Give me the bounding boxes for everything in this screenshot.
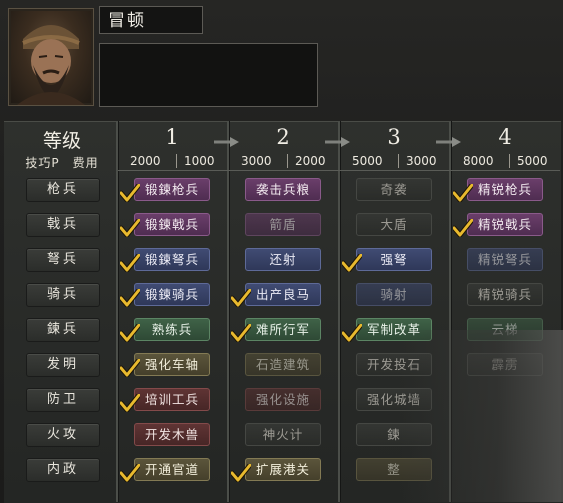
tech-button[interactable]: 锻鍊弩兵 [134, 248, 210, 271]
tech-button[interactable]: 精锐骑兵 [467, 283, 543, 306]
tech-button[interactable]: 精锐戟兵 [467, 213, 543, 236]
tech-button[interactable]: 培训工兵 [134, 388, 210, 411]
tech-button[interactable]: 整 [356, 458, 432, 481]
tech-point-cost: 5000 [352, 154, 383, 168]
tech-button[interactable]: 还射 [245, 248, 321, 271]
tech-button[interactable]: 奇袭 [356, 178, 432, 201]
tech-button[interactable]: 出产良马 [245, 283, 321, 306]
tech-button[interactable]: 强弩 [356, 248, 432, 271]
column-divider [227, 121, 229, 502]
level-number: 2 [276, 125, 290, 149]
tech-button[interactable]: 难所行军 [245, 318, 321, 341]
tech-button[interactable]: 强化设施 [245, 388, 321, 411]
column-divider [449, 121, 451, 502]
tech-button[interactable]: 开发木兽 [134, 423, 210, 446]
checkmark-icon [120, 394, 140, 412]
row-label: 弩兵 [26, 248, 100, 272]
general-portrait [8, 8, 94, 106]
gold-cost: 2000 [295, 154, 326, 168]
tech-button[interactable]: 锻鍊戟兵 [134, 213, 210, 236]
checkmark-icon [453, 219, 473, 237]
cost-divider [287, 154, 288, 168]
row-label: 骑兵 [26, 283, 100, 307]
row-label: 戟兵 [26, 213, 100, 237]
row-label: 内政 [26, 458, 100, 482]
cost-divider [509, 154, 510, 168]
tech-button[interactable]: 箭盾 [245, 213, 321, 236]
cost-divider [176, 154, 177, 168]
checkmark-icon [453, 184, 473, 202]
row-label: 枪兵 [26, 178, 100, 202]
checkmark-icon [231, 324, 251, 342]
checkmark-icon [342, 324, 362, 342]
checkmark-icon [342, 254, 362, 272]
row-label: 防卫 [26, 388, 100, 412]
row-label: 火攻 [26, 423, 100, 447]
level-number: 1 [165, 125, 179, 149]
tech-button[interactable]: 鍊 [356, 423, 432, 446]
tech-button[interactable]: 精锐枪兵 [467, 178, 543, 201]
checkmark-icon [120, 359, 140, 377]
row-label: 发明 [26, 353, 100, 377]
tech-button[interactable]: 大盾 [356, 213, 432, 236]
tech-button[interactable]: 强化车轴 [134, 353, 210, 376]
tech-button[interactable]: 神火计 [245, 423, 321, 446]
header-divider [118, 170, 560, 171]
checkmark-icon [231, 289, 251, 307]
info-box [99, 43, 318, 107]
level-header: 等级 [42, 130, 81, 152]
row-label: 鍊兵 [26, 318, 100, 342]
tech-button[interactable]: 袭击兵粮 [245, 178, 321, 201]
general-name: 冒顿 [99, 6, 203, 34]
gold-cost: 5000 [517, 154, 548, 168]
tech-button[interactable]: 云梯 [467, 318, 543, 341]
tech-point-cost: 2000 [130, 154, 161, 168]
checkmark-icon [120, 289, 140, 307]
tech-button[interactable]: 精锐弩兵 [467, 248, 543, 271]
tech-button[interactable]: 霹雳 [467, 353, 543, 376]
tech-button[interactable]: 强化城墙 [356, 388, 432, 411]
level-number: 4 [498, 125, 512, 149]
checkmark-icon [120, 464, 140, 482]
tech-button[interactable]: 熟练兵 [134, 318, 210, 341]
column-divider [116, 121, 118, 502]
checkmark-icon [120, 254, 140, 272]
column-divider [338, 121, 340, 502]
cost-divider [398, 154, 399, 168]
cost-header: 技巧P 费用 [25, 156, 99, 170]
tech-button[interactable]: 骑射 [356, 283, 432, 306]
level-number: 3 [387, 125, 401, 149]
checkmark-icon [120, 184, 140, 202]
gold-cost: 3000 [406, 154, 437, 168]
tech-button[interactable]: 锻鍊枪兵 [134, 178, 210, 201]
tech-button[interactable]: 扩展港关 [245, 458, 321, 481]
tech-button[interactable]: 军制改革 [356, 318, 432, 341]
checkmark-icon [231, 464, 251, 482]
tech-button[interactable]: 石造建筑 [245, 353, 321, 376]
gold-cost: 1000 [184, 154, 215, 168]
tech-button[interactable]: 开发投石 [356, 353, 432, 376]
checkmark-icon [120, 219, 140, 237]
tech-point-cost: 8000 [463, 154, 494, 168]
tech-button[interactable]: 开通官道 [134, 458, 210, 481]
tech-button[interactable]: 锻鍊骑兵 [134, 283, 210, 306]
checkmark-icon [120, 324, 140, 342]
tech-point-cost: 3000 [241, 154, 272, 168]
